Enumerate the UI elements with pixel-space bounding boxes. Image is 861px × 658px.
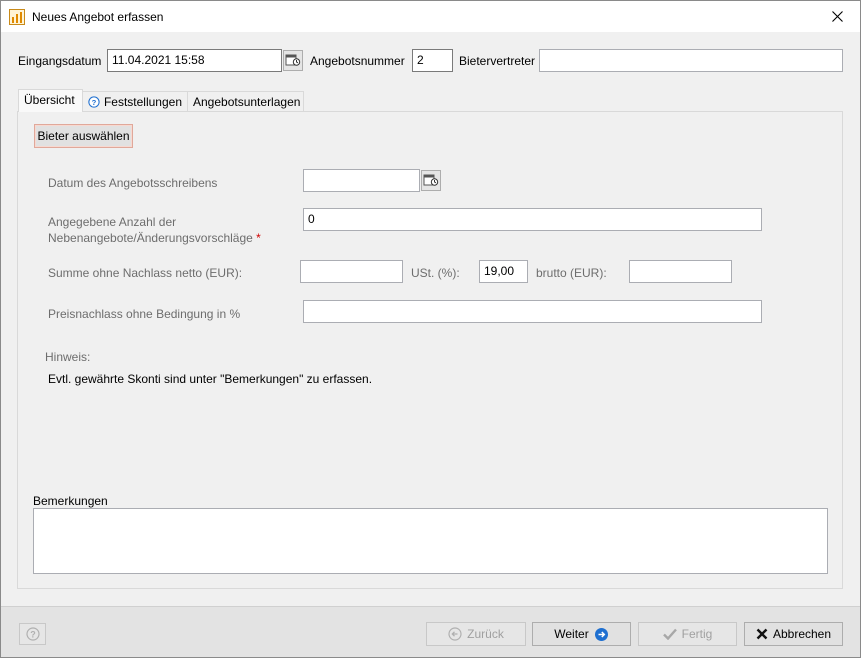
help-circle-icon: ? bbox=[25, 627, 40, 641]
weiter-button[interactable]: Weiter bbox=[532, 622, 631, 646]
tab-angebotsunterlagen-label: Angebotsunterlagen bbox=[193, 95, 301, 109]
help-circle-icon: ? bbox=[88, 96, 100, 108]
preisnachlass-label: Preisnachlass ohne Bedingung in % bbox=[48, 307, 241, 321]
calendar-icon bbox=[285, 54, 301, 66]
tab-feststellungen-label: Feststellungen bbox=[103, 95, 182, 109]
summe-label: Summe ohne Nachlass netto (EUR): bbox=[48, 266, 243, 280]
close-button[interactable] bbox=[814, 1, 860, 32]
dialog-window: Neues Angebot erfassen Eingangsdatum 11.… bbox=[0, 0, 861, 658]
tab-uebersicht[interactable]: Übersicht bbox=[18, 89, 83, 112]
bietervertreter-label: Bietervertreter bbox=[459, 54, 536, 68]
angebotsnummer-label: Angebotsnummer bbox=[310, 54, 405, 68]
angebotsnummer-input[interactable]: 2 bbox=[412, 49, 453, 72]
checkmark-icon bbox=[662, 628, 677, 640]
brutto-input[interactable] bbox=[629, 260, 732, 283]
bieter-auswaehlen-label: Bieter auswählen bbox=[37, 129, 130, 143]
fertig-button[interactable]: Fertig bbox=[638, 622, 737, 646]
ust-label: USt. (%): bbox=[411, 266, 460, 280]
zurueck-label: Zurück bbox=[467, 627, 504, 641]
bietervertreter-input[interactable] bbox=[539, 49, 843, 72]
datum-calendar-button[interactable] bbox=[421, 170, 441, 191]
required-marker: * bbox=[256, 231, 261, 245]
brutto-label: brutto (EUR): bbox=[536, 266, 607, 280]
bemerkungen-textarea[interactable] bbox=[33, 508, 828, 574]
close-icon bbox=[831, 11, 843, 22]
tab-uebersicht-label: Übersicht bbox=[24, 93, 75, 107]
bemerkungen-label: Bemerkungen bbox=[33, 494, 108, 508]
arrow-right-circle-icon bbox=[594, 627, 608, 641]
weiter-label: Weiter bbox=[554, 627, 589, 641]
preisnachlass-input[interactable] bbox=[303, 300, 762, 323]
bieter-auswaehlen-button[interactable]: Bieter auswählen bbox=[34, 124, 133, 148]
tab-feststellungen[interactable]: ? Feststellungen bbox=[82, 91, 188, 112]
svg-text:?: ? bbox=[30, 630, 36, 640]
help-button[interactable]: ? bbox=[19, 623, 46, 645]
summe-input[interactable] bbox=[300, 260, 403, 283]
app-chart-icon bbox=[9, 9, 25, 25]
eingangsdatum-input[interactable]: 11.04.2021 15:58 bbox=[107, 49, 282, 72]
datum-label: Datum des Angebotsschreibens bbox=[48, 176, 218, 190]
datum-input[interactable] bbox=[303, 169, 420, 192]
eingangsdatum-calendar-button[interactable] bbox=[283, 50, 303, 71]
fertig-label: Fertig bbox=[681, 627, 713, 641]
anzahl-label-line2: Nebenangebote/Änderungsvorschläge * bbox=[48, 231, 261, 245]
arrow-left-circle-icon bbox=[448, 627, 462, 641]
hinweis-label: Hinweis: bbox=[45, 350, 91, 364]
anzahl-input[interactable]: 0 bbox=[303, 208, 762, 231]
svg-text:?: ? bbox=[92, 98, 97, 107]
calendar-icon bbox=[423, 174, 439, 186]
abbrechen-label: Abbrechen bbox=[772, 627, 832, 641]
zurueck-button[interactable]: Zurück bbox=[426, 622, 526, 646]
abbrechen-button[interactable]: Abbrechen bbox=[744, 622, 843, 646]
anzahl-label-text: Nebenangebote/Änderungsvorschläge bbox=[48, 231, 253, 245]
tab-angebotsunterlagen[interactable]: Angebotsunterlagen bbox=[187, 91, 304, 112]
eingangsdatum-label: Eingangsdatum bbox=[18, 54, 102, 68]
hinweis-text: Evtl. gewährte Skonti sind unter "Bemerk… bbox=[48, 372, 373, 386]
title-bar: Neues Angebot erfassen bbox=[1, 1, 860, 32]
cancel-x-icon bbox=[756, 628, 768, 640]
ust-input[interactable]: 19,00 bbox=[479, 260, 528, 283]
anzahl-label-line1: Angegebene Anzahl der bbox=[48, 215, 177, 229]
window-title: Neues Angebot erfassen bbox=[32, 10, 164, 24]
